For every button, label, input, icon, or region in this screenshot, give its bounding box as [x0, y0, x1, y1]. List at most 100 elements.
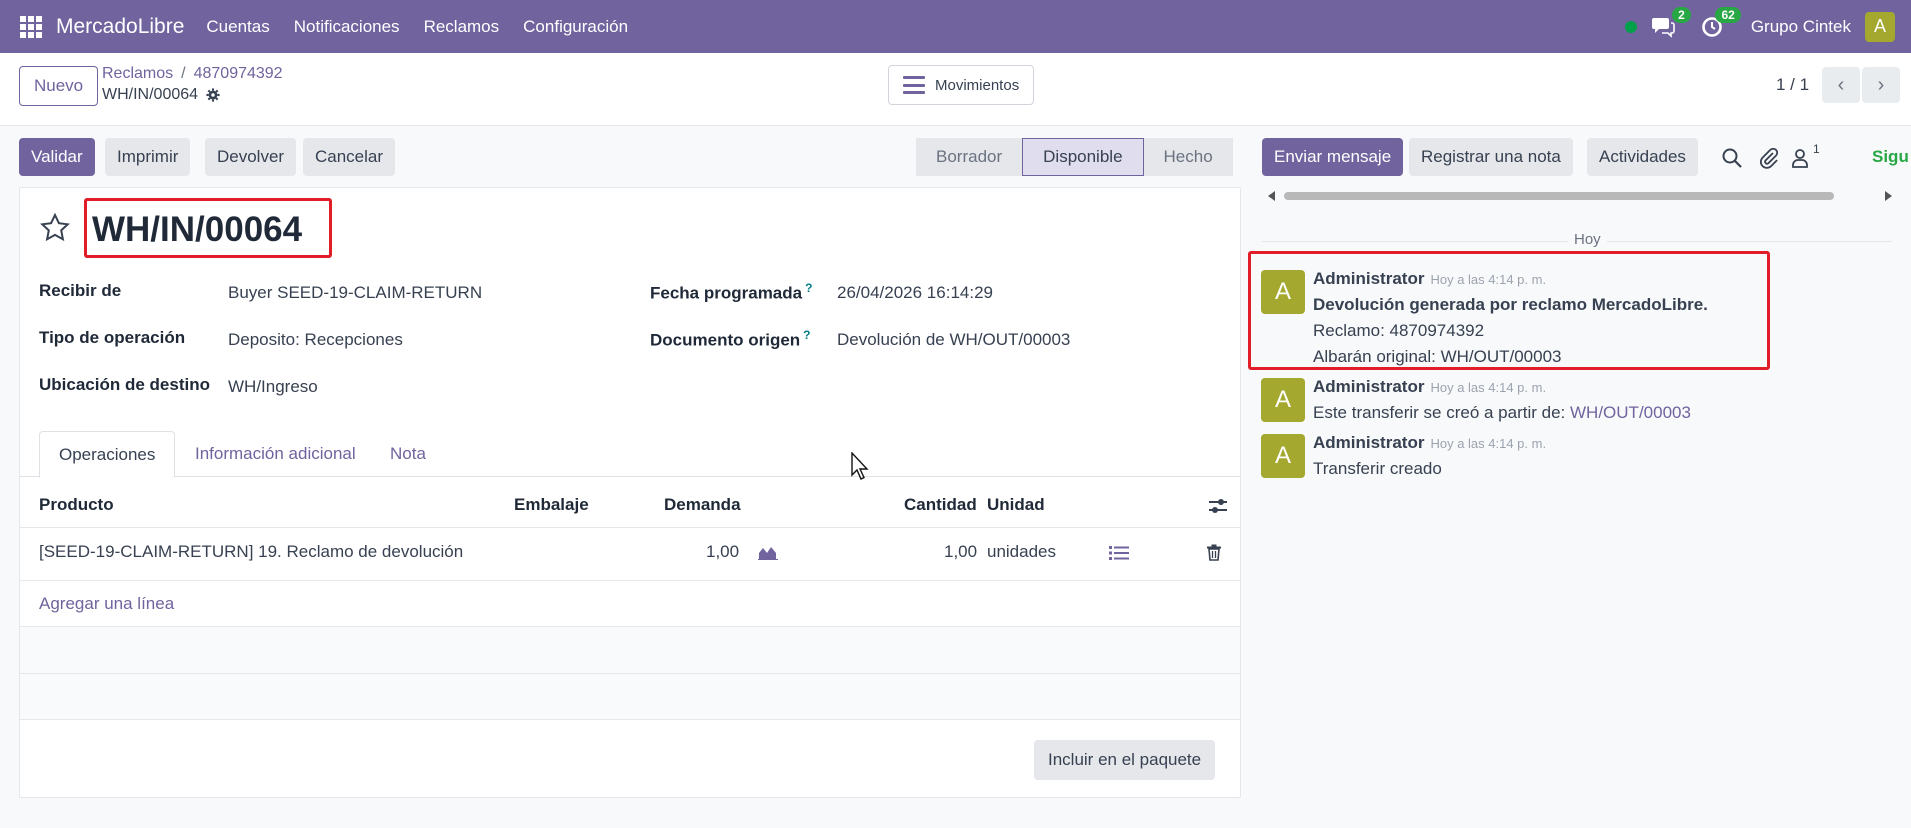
breadcrumb-claim[interactable]: 4870974392 — [194, 65, 283, 82]
date-separator-today: Hoy — [1568, 231, 1607, 248]
message-author-name[interactable]: Administrator — [1313, 433, 1424, 452]
column-demand[interactable]: Demanda — [664, 495, 741, 515]
destination-field[interactable]: WH/Ingreso — [228, 377, 318, 397]
row-unit[interactable]: unidades — [987, 542, 1056, 562]
column-product[interactable]: Producto — [39, 495, 114, 515]
form-sheet: WH/IN/00064 Recibir de Buyer SEED-19-CLA… — [19, 187, 1241, 798]
print-button[interactable]: Imprimir — [105, 138, 191, 176]
receive-from-label: Recibir de — [39, 281, 122, 300]
search-icon[interactable] — [1721, 147, 1743, 169]
column-unit[interactable]: Unidad — [987, 495, 1045, 515]
scroll-right-arrow-icon[interactable] — [1884, 190, 1894, 202]
origin-document-label: Documento origen? — [650, 328, 811, 351]
author-avatar[interactable]: A — [1261, 378, 1305, 422]
breadcrumb: Reclamos / 4870974392 — [102, 65, 283, 83]
pager-next-button[interactable]: › — [1862, 67, 1900, 103]
app-brand[interactable]: MercadoLibre — [56, 15, 184, 39]
tab-operations[interactable]: Operaciones — [39, 431, 176, 478]
table-divider — [20, 580, 1240, 581]
message-time: Hoy a las 4:14 p. m. — [1430, 272, 1547, 287]
stage-available[interactable]: Disponible — [1022, 138, 1144, 176]
breadcrumb-separator: / — [181, 65, 186, 82]
follower-user-icon[interactable] — [1791, 147, 1809, 169]
online-status-icon — [1624, 20, 1637, 33]
message-author-name[interactable]: Administrator — [1313, 377, 1424, 396]
column-settings-icon[interactable] — [1208, 497, 1228, 515]
table-divider — [20, 719, 1240, 720]
activities-badge: 62 — [1715, 6, 1741, 23]
message-origin-link[interactable]: WH/OUT/00003 — [1570, 403, 1691, 422]
chatter-scroll-thumb[interactable] — [1284, 192, 1834, 200]
apps-grid-icon[interactable] — [20, 15, 42, 38]
stage-done[interactable]: Hecho — [1143, 138, 1233, 176]
follow-button[interactable]: Sigu — [1872, 147, 1909, 167]
scroll-left-arrow-icon[interactable] — [1266, 190, 1276, 202]
tab-note[interactable]: Nota — [371, 431, 445, 477]
chevron-right-icon: › — [1877, 73, 1885, 96]
details-list-icon[interactable] — [1109, 545, 1129, 561]
list-icon — [903, 76, 925, 94]
return-button[interactable]: Devolver — [205, 138, 297, 176]
record-title[interactable]: WH/IN/00064 — [92, 210, 302, 250]
help-icon[interactable]: ? — [803, 328, 810, 342]
forecast-chart-icon[interactable] — [758, 544, 778, 560]
chevron-left-icon: ‹ — [1837, 73, 1845, 96]
include-package-button[interactable]: Incluir en el paquete — [1034, 740, 1216, 780]
activities-button[interactable]: Actividades — [1587, 138, 1698, 176]
new-button[interactable]: Nuevo — [19, 66, 99, 106]
help-icon[interactable]: ? — [805, 281, 812, 295]
status-bar: Borrador Disponible Hecho — [916, 138, 1233, 176]
cancel-button[interactable]: Cancelar — [303, 138, 396, 176]
author-avatar[interactable]: A — [1261, 270, 1305, 314]
messages-icon[interactable]: 2 — [1651, 6, 1691, 38]
message-author: Administrator Hoy a las 4:14 p. m. — [1313, 269, 1546, 289]
company-switcher[interactable]: Grupo Cintek — [1751, 17, 1851, 37]
followers-count: 1 — [1813, 142, 1820, 156]
row-product[interactable]: [SEED-19-CLAIM-RETURN] 19. Reclamo de de… — [39, 542, 463, 562]
add-line-link[interactable]: Agregar una línea — [39, 594, 174, 614]
trash-icon[interactable] — [1206, 544, 1222, 561]
star-icon[interactable] — [39, 212, 71, 244]
column-packaging[interactable]: Embalaje — [514, 495, 589, 515]
stage-draft[interactable]: Borrador — [916, 138, 1023, 176]
operation-type-field[interactable]: Deposito: Recepciones — [228, 330, 403, 350]
destination-label: Ubicación de destino — [39, 375, 210, 394]
paperclip-icon[interactable] — [1758, 147, 1780, 169]
mouse-cursor-icon — [851, 452, 869, 480]
top-navbar: MercadoLibre Cuentas Notificaciones Recl… — [0, 0, 1911, 53]
log-note-button[interactable]: Registrar una nota — [1409, 138, 1573, 176]
pager-value[interactable]: 1 / 1 — [1776, 75, 1809, 95]
send-message-button[interactable]: Enviar mensaje — [1262, 138, 1404, 176]
validate-button[interactable]: Validar — [19, 138, 95, 176]
scheduled-date-label-text: Fecha programada — [650, 283, 803, 303]
activities-clock-icon[interactable]: 62 — [1701, 6, 1741, 38]
movements-button[interactable]: Movimientos — [888, 65, 1035, 105]
message-author-name[interactable]: Administrator — [1313, 269, 1424, 288]
control-panel: Nuevo Reclamos / 4870974392 WH/IN/00064 Mo… — [0, 53, 1911, 126]
record-name: WH/IN/00064 — [102, 86, 220, 104]
column-quantity[interactable]: Cantidad — [904, 495, 977, 515]
user-avatar[interactable]: A — [1865, 11, 1895, 42]
message-time: Hoy a las 4:14 p. m. — [1430, 436, 1547, 451]
messages-badge: 2 — [1672, 6, 1691, 23]
menu-item-notificaciones[interactable]: Notificaciones — [282, 17, 412, 37]
breadcrumb-reclamos[interactable]: Reclamos — [102, 65, 173, 82]
row-quantity[interactable]: 1,00 — [944, 542, 977, 562]
gear-icon[interactable] — [206, 88, 220, 102]
receive-from-field[interactable]: Buyer SEED-19-CLAIM-RETURN — [228, 283, 482, 303]
scheduled-date-label: Fecha programada? — [650, 281, 812, 304]
tab-additional-info[interactable]: Información adicional — [176, 431, 375, 477]
origin-document-field[interactable]: Devolución de WH/OUT/00003 — [837, 330, 1070, 350]
menu-item-cuentas[interactable]: Cuentas — [194, 17, 281, 37]
scheduled-date-field[interactable]: 26/04/2026 16:14:29 — [837, 283, 993, 303]
menu-item-reclamos[interactable]: Reclamos — [412, 17, 512, 37]
message-body: Este transferir se creó a partir de: WH/… — [1313, 403, 1691, 423]
author-avatar[interactable]: A — [1261, 434, 1305, 478]
message-author: Administrator Hoy a las 4:14 p. m. — [1313, 377, 1546, 397]
menu-item-configuracion[interactable]: Configuración — [511, 17, 640, 37]
message-title: Devolución generada por reclamo MercadoL… — [1313, 295, 1708, 314]
message-time: Hoy a las 4:14 p. m. — [1430, 380, 1547, 395]
pager-previous-button[interactable]: ‹ — [1822, 67, 1860, 103]
empty-row — [20, 674, 1240, 719]
main-menu: Cuentas Notificaciones Reclamos Configur… — [194, 17, 640, 37]
